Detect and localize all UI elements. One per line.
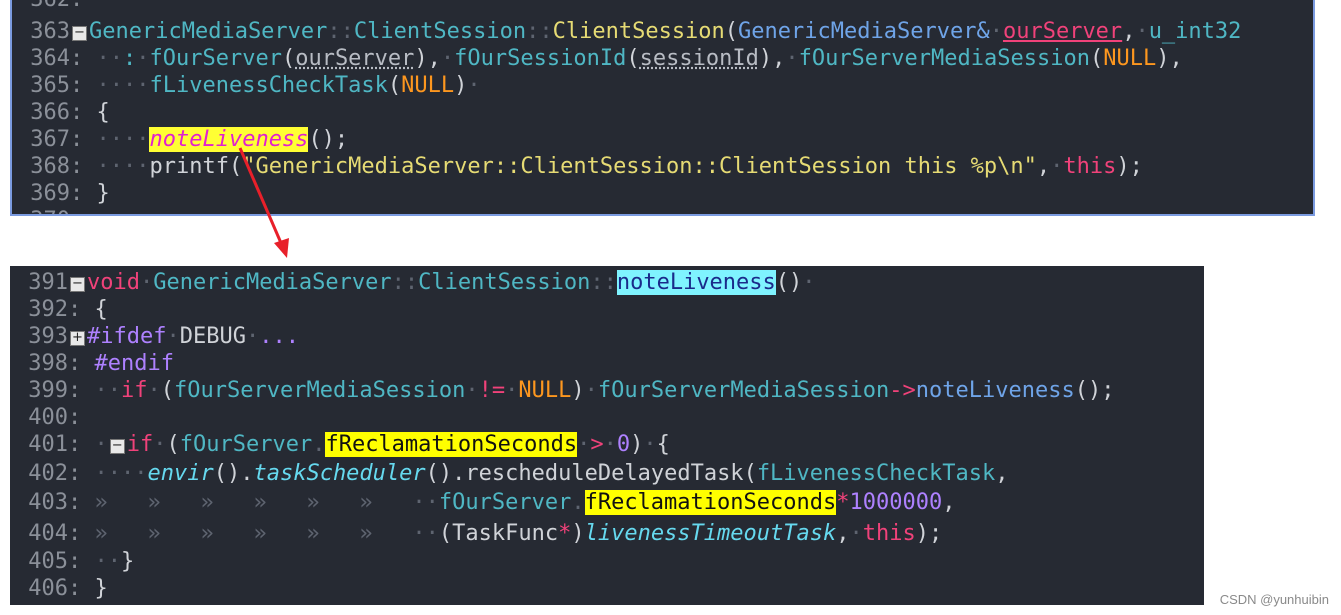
code-line: 401: · − if·(fOurServer.fReclamationSecond…	[10, 431, 670, 458]
code-line: 402: ····envir().taskScheduler().resched…	[10, 460, 1008, 487]
highlighted-freclamationseconds: fReclamationSeconds	[584, 490, 837, 515]
line-number: 404	[28, 521, 68, 546]
highlighted-freclamationseconds: fReclamationSeconds	[325, 432, 578, 457]
fold-expand-icon[interactable]: +	[70, 331, 85, 346]
fold-collapse-icon[interactable]: −	[109, 439, 125, 454]
code-line: 405: ··}	[10, 548, 134, 575]
line-number: 403	[28, 490, 68, 515]
line-number: 391	[28, 270, 68, 295]
line-number: 402	[28, 461, 68, 486]
line-number: 400	[28, 405, 68, 430]
code-line: 398: #endif	[10, 350, 174, 377]
line-number: 401	[28, 432, 68, 457]
code-line: 399: ··if·(fOurServerMediaSession·!=·NUL…	[10, 377, 1114, 404]
line-number: 406	[28, 576, 68, 601]
code-line: 404: » » » » » » ··(TaskFunc*)livenessTi…	[10, 520, 942, 547]
line-number: 398	[28, 351, 68, 376]
code-line: 403: » » » » » » ··fOurServer.fReclamati…	[10, 489, 955, 516]
fold-collapse-icon[interactable]: −	[70, 277, 85, 292]
code-line: 393 + #ifdef·DEBUG·...	[10, 323, 299, 350]
line-number: 399	[28, 378, 68, 403]
line-number: 392	[28, 297, 68, 322]
code-panel-noteliveness: 391− void·GenericMediaServer::ClientSessi…	[10, 266, 1204, 605]
code-line: 392: {	[10, 296, 108, 323]
code-line: 400:	[10, 404, 81, 431]
code-line: 406: }	[10, 575, 108, 602]
line-number: 393	[28, 324, 68, 349]
watermark-text: CSDN @yunhuibin	[1219, 592, 1329, 607]
line-number: 405	[28, 549, 68, 574]
code-line: 391− void·GenericMediaServer::ClientSessi…	[10, 269, 816, 296]
highlighted-definition-noteliveness: noteLiveness	[616, 270, 776, 295]
